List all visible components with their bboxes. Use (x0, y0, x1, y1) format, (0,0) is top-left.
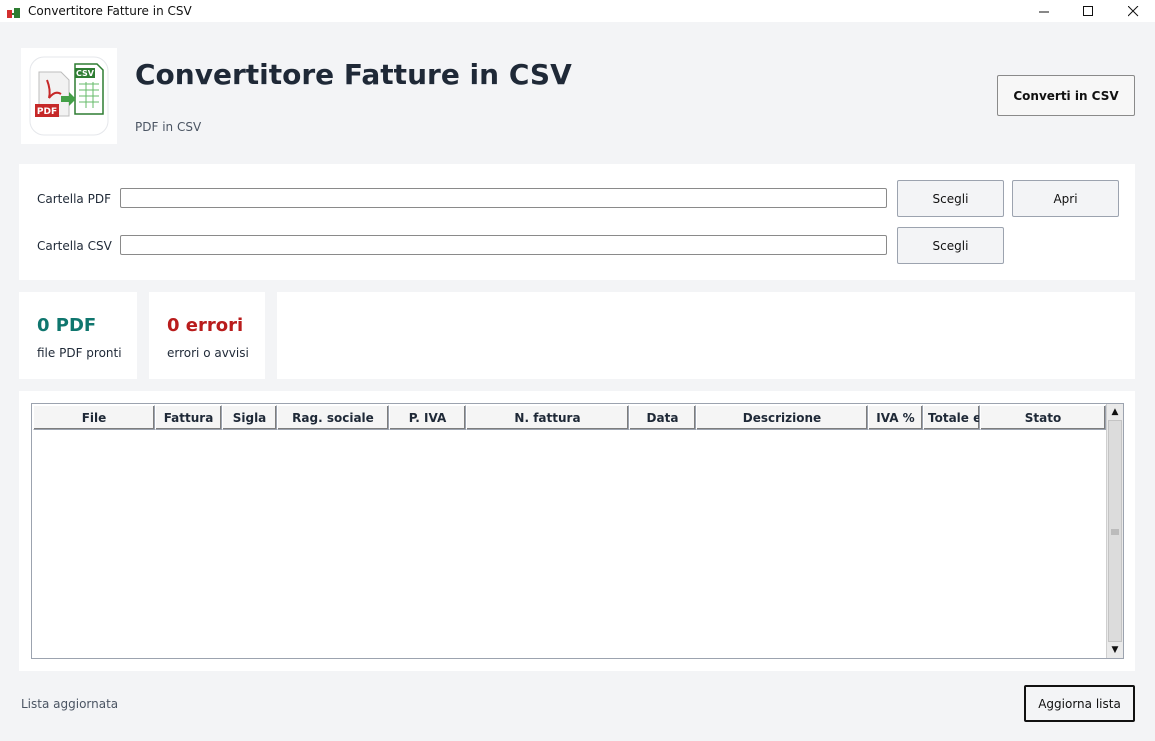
app-icon (7, 5, 21, 18)
pdf-count-caption: file PDF pronti (37, 346, 122, 360)
column-header-file[interactable]: File (33, 405, 155, 430)
table-header: File Fattura Sigla Rag. sociale P. IVA N… (33, 405, 1106, 430)
column-header-totale[interactable]: Totale eu (923, 405, 980, 430)
csv-folder-input[interactable] (120, 235, 887, 255)
pdf-folder-input[interactable] (120, 188, 887, 208)
choose-csv-folder-button[interactable]: Scegli (897, 227, 1004, 264)
logo-pdf-text: PDF (37, 107, 57, 117)
column-header-stato[interactable]: Stato (980, 405, 1106, 430)
column-header-sigla[interactable]: Sigla (222, 405, 277, 430)
column-header-data[interactable]: Data (629, 405, 696, 430)
maximize-icon[interactable] (1065, 0, 1111, 22)
column-header-fattura[interactable]: Fattura (155, 405, 222, 430)
choose-pdf-folder-button[interactable]: Scegli (897, 180, 1004, 217)
errors-count-caption: errori o avvisi (167, 346, 249, 360)
scroll-down-icon[interactable]: ▼ (1107, 642, 1123, 658)
errors-count: 0 errori (167, 315, 244, 336)
page-title: Convertitore Fatture in CSV (135, 58, 572, 91)
invoice-table[interactable]: File Fattura Sigla Rag. sociale P. IVA N… (31, 403, 1124, 659)
column-header-numero-fattura[interactable]: N. fattura (466, 405, 629, 430)
convert-csv-button[interactable]: Converti in CSV (997, 75, 1135, 116)
page-subtitle: PDF in CSV (135, 120, 202, 134)
minimize-icon[interactable] (1021, 0, 1067, 22)
app-logo: PDF CSV (21, 48, 117, 144)
logo-csv-text: CSV (76, 69, 95, 78)
scrollbar-thumb[interactable] (1108, 420, 1122, 642)
log-panel (277, 292, 1135, 379)
column-header-partita-iva[interactable]: P. IVA (389, 405, 466, 430)
scroll-up-icon[interactable]: ▲ (1107, 404, 1123, 420)
close-icon[interactable] (1110, 0, 1155, 22)
column-header-ragione-sociale[interactable]: Rag. sociale (277, 405, 389, 430)
window-title: Convertitore Fatture in CSV (28, 4, 192, 18)
pdf-folder-label: Cartella PDF (37, 192, 111, 206)
pdf-count: 0 PDF (37, 315, 97, 336)
status-message: Lista aggiornata (21, 697, 119, 711)
refresh-list-button[interactable]: Aggiorna lista (1024, 685, 1135, 722)
column-header-iva[interactable]: IVA % (868, 405, 923, 430)
table-vertical-scrollbar[interactable]: ▲ ▼ (1106, 404, 1123, 658)
open-folder-button[interactable]: Apri (1012, 180, 1119, 217)
column-header-descrizione[interactable]: Descrizione (696, 405, 868, 430)
window-titlebar: Convertitore Fatture in CSV (0, 0, 1155, 22)
csv-folder-label: Cartella CSV (37, 239, 112, 253)
